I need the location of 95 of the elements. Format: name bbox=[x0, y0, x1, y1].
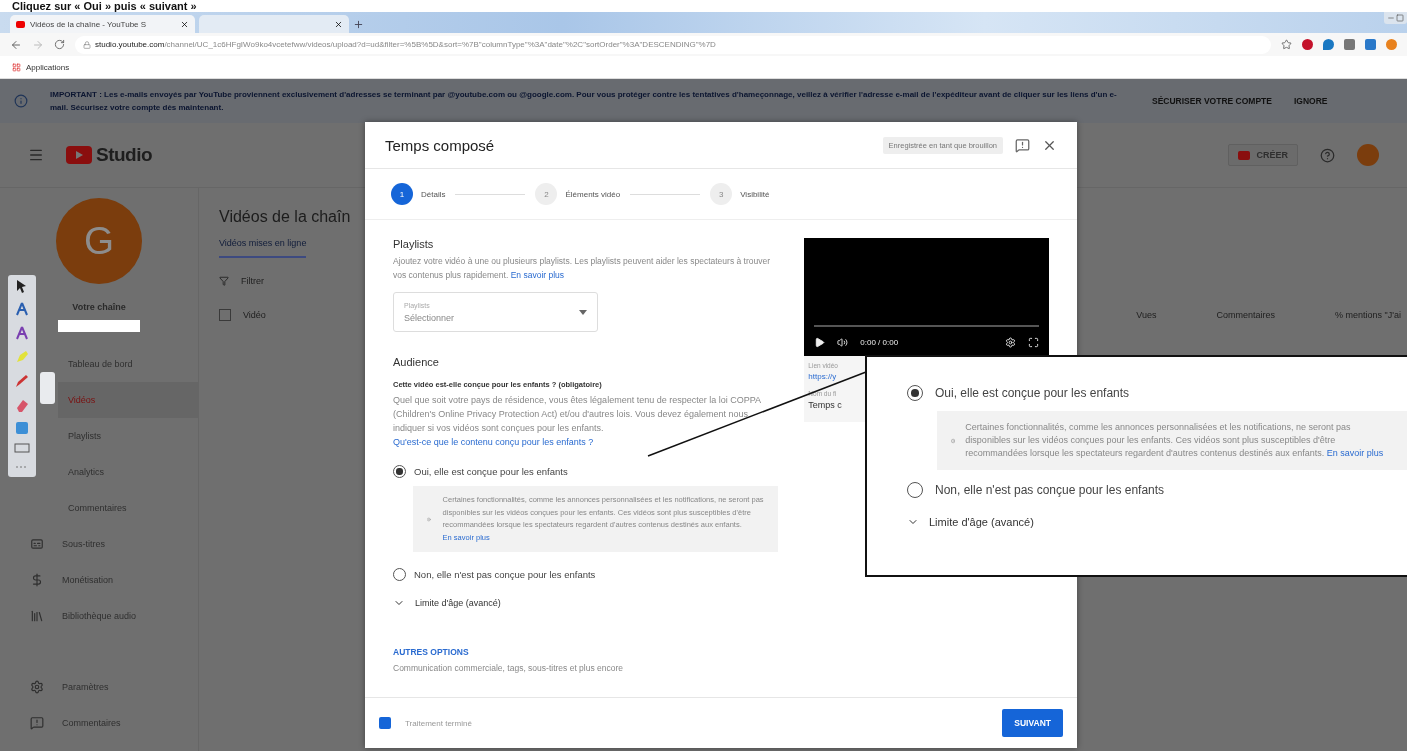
toolbar-handle[interactable] bbox=[40, 372, 55, 404]
help-icon[interactable] bbox=[1320, 147, 1335, 163]
menu-icon[interactable] bbox=[28, 147, 44, 163]
sidebar-item[interactable]: Bibliothèque audio bbox=[0, 598, 198, 634]
processing-icon bbox=[379, 717, 391, 729]
star-icon[interactable] bbox=[1281, 39, 1292, 50]
logo-text: Studio bbox=[96, 144, 153, 166]
column-header: Commentaires bbox=[1216, 310, 1276, 320]
more-options-button[interactable]: AUTRES OPTIONS bbox=[393, 647, 469, 657]
radio-label: Non, elle n'est pas conçue pour les enfants bbox=[414, 569, 596, 580]
create-button[interactable]: CRÉER bbox=[1228, 144, 1298, 166]
section-heading: Audience bbox=[393, 356, 440, 368]
close-tab-icon[interactable] bbox=[180, 19, 189, 29]
feedback-icon bbox=[30, 716, 44, 730]
sidebar-item[interactable]: Paramètres bbox=[0, 669, 198, 705]
learn-more-link[interactable]: En savoir plus bbox=[510, 270, 565, 280]
bookmark[interactable]: Applications bbox=[26, 62, 70, 72]
next-button[interactable]: SUIVANT bbox=[1002, 709, 1063, 737]
screen-icon[interactable] bbox=[15, 421, 29, 435]
subtitles-icon bbox=[30, 537, 44, 551]
settings-icon[interactable] bbox=[1005, 337, 1016, 348]
library-icon bbox=[30, 609, 44, 623]
extension-icon[interactable] bbox=[1365, 39, 1376, 50]
pen-icon[interactable] bbox=[14, 373, 30, 389]
dollar-icon bbox=[30, 573, 44, 587]
section-text: Quel que soit votre pays de résidence, vous êtes légalement tenu de respecter la loi COPPA (Children's Online Privacy Protection Act) et/ou d'autres lois. Vous devez également nous indiquer si vos vidéos sont conçues pour les enfants. Qu'est-ce que le contenu conçu pour les enfants ? bbox=[393, 394, 762, 449]
filter-icon[interactable] bbox=[219, 276, 229, 286]
section-text: Ajoutez votre vidéo à une ou plusieurs playlists. Les playlists peuvent aider les spectateurs à trouver vos contenus plus rapidement. En savoir plus bbox=[393, 255, 772, 282]
step-number[interactable]: 1 bbox=[391, 183, 413, 205]
column-header: Vues bbox=[1136, 310, 1157, 320]
close-tab-icon[interactable] bbox=[334, 19, 343, 29]
extension-icon[interactable] bbox=[1323, 39, 1334, 50]
eraser-icon[interactable] bbox=[14, 397, 30, 413]
age-restriction-toggle[interactable]: Limite d'âge (avancé) bbox=[393, 597, 501, 609]
fullscreen-icon[interactable] bbox=[1028, 337, 1039, 348]
radio-label: Oui, elle est conçue pour les enfants bbox=[414, 466, 568, 477]
banner-action[interactable]: IGNORE bbox=[1293, 96, 1328, 106]
video-time: 0:00 / 0:00 bbox=[860, 338, 899, 347]
back-icon[interactable] bbox=[10, 38, 22, 51]
banner-text: IMPORTANT : Les e-mails envoyés par YouTube proviennent exclusivement d'adresses se terminant par @youtube.com ou @google.com. Pour vous protéger contre les tentatives d'hameçonnage, veillez à vérifier l'adresse e-mail de l'expéditeur avant de cliquer sur les liens d'un e-mail. Sécurisez votre compte dès maintenant. bbox=[50, 89, 1118, 114]
pointer-icon[interactable] bbox=[16, 279, 28, 293]
age-restriction-toggle[interactable]: Limite d'âge (avancé) bbox=[907, 516, 1034, 528]
extension-icon[interactable] bbox=[1344, 39, 1355, 50]
channel-label: Votre chaîne bbox=[72, 302, 126, 312]
feedback-icon[interactable] bbox=[1015, 137, 1030, 153]
radio-label: Non, elle n'est pas conçue pour les enfants bbox=[935, 483, 1165, 497]
reload-icon[interactable] bbox=[54, 39, 65, 50]
section-text: Communication commerciale, tags, sous-titres et plus encore bbox=[393, 662, 625, 675]
maximize-icon[interactable] bbox=[1396, 14, 1404, 22]
video-link[interactable]: https://y bbox=[808, 372, 837, 381]
radio-label: Oui, elle est conçue pour les enfants bbox=[935, 386, 1130, 400]
sidebar-item[interactable]: Commentaires bbox=[0, 705, 198, 741]
checkbox[interactable] bbox=[219, 309, 231, 321]
settings-icon bbox=[30, 680, 44, 694]
address-bar[interactable]: studio.youtube.com/channel/UC_1c6HFgIWo9ko4vcetefww/videos/upload?d=ud&filter=%5B%5D&sort=%7B"columnType"%3A"date"%2C"sortOrder"%3A"DESCENDING"%7D bbox=[75, 35, 1271, 54]
learn-more-link[interactable]: En savoir plus bbox=[1326, 448, 1384, 458]
step-number[interactable]: 2 bbox=[535, 183, 558, 205]
keyboard-icon[interactable] bbox=[14, 443, 30, 453]
step-number[interactable]: 3 bbox=[710, 183, 733, 205]
banner-action[interactable]: SÉCURISER VOTRE COMPTE bbox=[1152, 96, 1272, 106]
status-text: Traitement terminé bbox=[405, 718, 473, 728]
dropdown-caret-icon bbox=[579, 309, 587, 315]
radio-button[interactable] bbox=[393, 465, 406, 478]
sidebar-item[interactable]: Tableau de bord bbox=[58, 346, 198, 382]
video-player[interactable]: 0:00 / 0:00 bbox=[804, 238, 1049, 356]
play-icon[interactable] bbox=[814, 337, 826, 348]
browser-tab[interactable]: Vidéos de la chaîne - YouTube S bbox=[10, 15, 195, 33]
step-label[interactable]: Détails bbox=[421, 189, 446, 199]
page-title: Vidéos de la chaîn bbox=[219, 208, 352, 226]
sidebar-item[interactable]: Commentaires bbox=[58, 490, 198, 526]
step-label[interactable]: Éléments vidéo bbox=[565, 189, 621, 199]
step-label[interactable]: Visibilité bbox=[740, 189, 770, 199]
channel-avatar[interactable]: G bbox=[56, 198, 142, 284]
sidebar-item[interactable]: Playlists bbox=[58, 418, 198, 454]
lock-icon bbox=[83, 40, 91, 49]
play-logo-icon bbox=[66, 146, 92, 164]
dialog-title: Temps composé bbox=[385, 136, 496, 154]
extension-icon[interactable] bbox=[1302, 39, 1313, 50]
volume-icon[interactable] bbox=[837, 337, 849, 348]
note-text: Certaines fonctionnalités, comme les annonces personnalisées et les notifications, ne seront pas disponibles sur les vidéos conçues pour les enfants. Ces vidéos sont plus susceptibles d'être recommandées lorsque les spectateurs regardent d'autres contenus destinés aux enfants. En savoir plus bbox=[965, 421, 1385, 460]
sidebar-item[interactable]: Monétisation bbox=[0, 562, 198, 598]
profile-avatar[interactable] bbox=[1386, 39, 1397, 50]
kids-content-link[interactable]: Qu'est-ce que le contenu conçu pour les enfants ? bbox=[393, 437, 594, 447]
camera-icon bbox=[1238, 150, 1251, 160]
section-heading: Playlists bbox=[393, 238, 435, 250]
sidebar-item[interactable]: Sous-titres bbox=[0, 526, 198, 562]
file-name: Temps c bbox=[808, 400, 842, 410]
filter-label: Filtrer bbox=[241, 276, 264, 286]
column-header: Vidéo bbox=[243, 310, 266, 320]
apps-icon bbox=[12, 62, 21, 72]
content-tab[interactable]: Vidéos mises en ligne bbox=[219, 238, 307, 258]
sidebar-item[interactable]: Analytics bbox=[58, 454, 198, 490]
column-header: % mentions "J'ai bbox=[1335, 310, 1401, 320]
new-tab-icon[interactable] bbox=[353, 19, 364, 30]
youtube-favicon-icon bbox=[16, 20, 25, 28]
